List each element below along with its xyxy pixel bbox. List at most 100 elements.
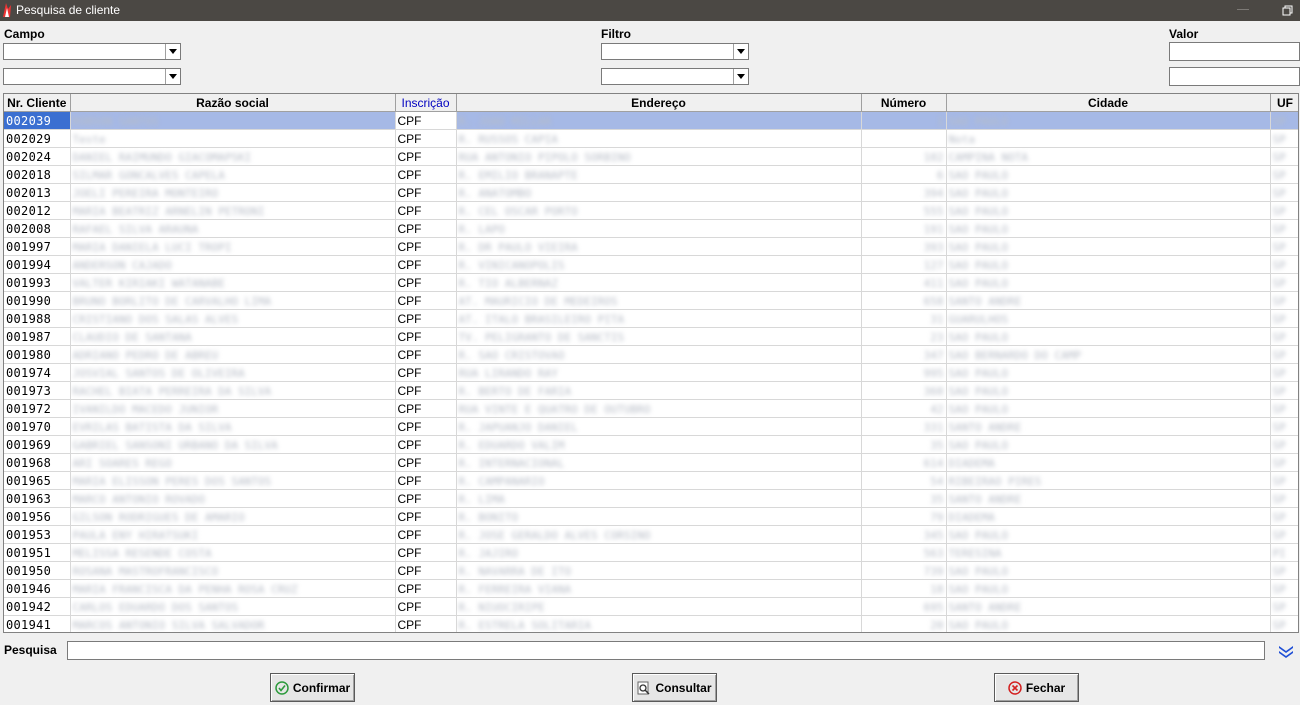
chevron-down-icon[interactable] [165,69,180,84]
col-numero[interactable]: Número [861,94,947,112]
cell-nr-cliente: 002024 [4,147,71,166]
table-row[interactable]: 001974 JOSVIAL SANTOS DE OLIVEIRA CPF RUA L… [4,363,1298,382]
minimize-button[interactable] [1237,9,1249,10]
table-row[interactable]: 001951 MELISSA RESENDE COSTA CPF R. JAJIRO 5… [4,543,1298,562]
col-endereco[interactable]: Endereço [456,94,862,112]
double-chevron-down-icon[interactable] [1278,643,1294,659]
query-button[interactable]: Consultar [632,673,717,702]
cell-text: SANTO ANDRE [948,294,1022,308]
cell-cidade: DIADEMA [946,507,1271,526]
cell-numero: 658 [861,291,947,310]
table-row[interactable]: 001997 MARIA DANIELA LUCI TROPI CPF R. DR P… [4,237,1298,256]
cell-inscricao: CPF [395,255,457,274]
table-row[interactable]: 002029 Teste CPF R. RUSSOS CAPIA Nota SP [4,129,1298,148]
cell-text: R. JOSE GERALDO ALVES CORSINO [458,528,651,542]
cell-uf: SP [1270,309,1298,328]
table-row[interactable]: 001988 CRISTIANO DOS SALAS ALVES CPF AT. IT… [4,309,1298,328]
table-row[interactable]: 001965 MARIA ELISSON PERES DOS SANTOS CPF R… [4,471,1298,490]
cell-uf: SP [1270,381,1298,400]
col-cidade[interactable]: Cidade [946,94,1271,112]
cell-numero: 18 [861,579,947,598]
table-row[interactable]: 001973 RACHEL BIATA PERREIRA DA SILVA CPF R… [4,381,1298,400]
chevron-down-icon[interactable] [733,69,748,84]
cell-inscricao: CPF [395,507,457,526]
chevron-down-icon[interactable] [733,44,748,59]
cell-numero: 411 [861,273,947,292]
cell-nr-cliente: 001951 [4,543,71,562]
table-row[interactable]: 002024 DANIEL RAIMUNDO GIACOMAPSKI CPF RUA … [4,147,1298,166]
table-row[interactable]: 001987 CLAUDIO DE SANTANA CPF TV. PELIGRANT… [4,327,1298,346]
cell-inscricao: CPF [395,345,457,364]
cell-uf: PI [1270,543,1298,562]
x-circle-icon [1008,680,1022,695]
table-row[interactable]: 002012 MARIA BEATRIZ ARNELIN PETRONI CPF R.… [4,201,1298,220]
client-grid[interactable]: Nr. Cliente Razão social Inscrição Ender… [3,93,1299,633]
col-nr-cliente[interactable]: Nr. Cliente [4,94,71,112]
cell-numero: 23 [861,327,947,346]
filtro-select-1[interactable] [601,43,749,60]
table-row[interactable]: 001942 CARLOS EDUARDO DOS SANTOS CPF R. NIU… [4,597,1298,616]
restore-icon[interactable] [1282,3,1294,17]
table-row[interactable]: 001993 VALTER KIRIAKI WATANABE CPF R. TIO A… [4,273,1298,292]
table-row[interactable]: 001990 BRUNO BORLITO DE CARVALHO LIMA CPF A… [4,291,1298,310]
cell-inscricao: CPF [395,525,457,544]
table-row[interactable]: 001963 MARCO ANTONIO ROVADO CPF R. LIMA 35 SA… [4,489,1298,508]
table-row[interactable]: 001980 ADRIANO PEDRO DE ABREU CPF R. SAO CR… [4,345,1298,364]
cell-cidade: TERESINA [946,543,1271,562]
table-row[interactable]: 001953 PAULA ENY HIRATSUKI CPF R. JOSE GERA… [4,525,1298,544]
confirm-button[interactable]: Confirmar [270,673,355,702]
cell-cidade: SAO PAULO [946,183,1271,202]
col-uf[interactable]: UF [1270,94,1298,112]
table-row[interactable]: 001956 GILSON RODRIGUES DE AMARIO CPF R. BO… [4,507,1298,526]
cell-razao-social: GILSON RODRIGUES DE AMARIO [70,507,396,526]
table-row[interactable]: 002008 RAFAEL SILVA ARAUNA CPF R. LAPO 191 SA… [4,219,1298,238]
table-row[interactable]: 001950 ROSANA MASTROFRANCISCO CPF R. NAVARR… [4,561,1298,580]
cell-text: 614 [923,456,944,470]
chevron-down-icon[interactable] [165,44,180,59]
table-row[interactable]: 001946 MARIA FRANCISCA DA PENHA ROSA CRUZ… [4,579,1298,598]
cell-text: RUA VINTE E QUATRO DE OUTUBRO [458,402,651,416]
cell-inscricao: CPF [395,363,457,382]
cell-text: 360 [923,384,944,398]
cell-text: R. EMILIO BRANAPTE [458,168,578,182]
valor-input-2[interactable] [1169,67,1300,86]
cell-text: CLAUDIO DE SANTANA [72,330,192,344]
filtro-select-2[interactable] [601,68,749,85]
cell-text: SAO PAULO [948,276,1009,290]
table-row[interactable]: 001970 EVRILAS BATISTA DA SILVA CPF R. JAPU… [4,417,1298,436]
cell-text: BRUNO BORLITO DE CARVALHO LIMA [72,294,272,308]
cell-text: ARI SOARES REGO [72,456,172,470]
cell-text: SILMAR GONCALVES CAPELA [72,168,225,182]
cell-inscricao: CPF [395,147,457,166]
table-row[interactable]: 002018 SILMAR GONCALVES CAPELA CPF R. EMILI… [4,165,1298,184]
cell-uf: SP [1270,129,1298,148]
table-row[interactable]: 002013 JOELI PEREIRA MONTEIRO CPF R. ANATOM… [4,183,1298,202]
cell-razao-social: RACHEL BIATA PERREIRA DA SILVA [70,381,396,400]
cell-nr-cliente: 002029 [4,129,71,148]
col-razao-social[interactable]: Razão social [70,94,396,112]
table-row[interactable]: 001968 ARI SOARES REGO CPF R. INTERNACIONAL… [4,453,1298,472]
table-row[interactable]: 001941 MARCOS ANTONIO SILVA SALVADOR CPF R.… [4,615,1298,632]
col-inscricao[interactable]: Inscrição [395,94,457,112]
cell-endereco: AT. MAURICIO DE MEDEIROS [456,291,862,310]
search-input[interactable] [67,641,1265,660]
cell-uf: SP [1270,399,1298,418]
cell-cidade: SAO PAULO [946,363,1271,382]
table-row[interactable]: 001972 IVANILDO MACEDO JUNIOR CPF RUA VINTE… [4,399,1298,418]
table-row[interactable]: 001969 GABRIEL SANSONI URBANO DA SILVA CPF… [4,435,1298,454]
table-row[interactable]: 002039 ROBSON SANTOS CPF R. JOAO MILLAR 1 SAO… [4,111,1298,130]
cell-endereco: R. NAVARRA DE ITO [456,561,862,580]
campo-select-1[interactable] [3,43,181,60]
close-button[interactable]: Fechar [994,673,1079,702]
campo-select-2[interactable] [3,68,181,85]
table-row[interactable]: 001994 ANDERSON CAJADO CPF R. VINICANOPOLIS… [4,255,1298,274]
valor-input-1[interactable] [1169,42,1300,61]
cell-text: EVRILAS BATISTA DA SILVA [72,420,232,434]
cell-text: R. TIO ALBERNAZ [458,276,558,290]
cell-uf: SP [1270,615,1298,632]
cell-text: SP [1272,348,1286,362]
cell-text: SP [1272,528,1286,542]
cell-text: SP [1272,438,1286,452]
cell-uf: SP [1270,453,1298,472]
cell-inscricao: CPF [395,129,457,148]
